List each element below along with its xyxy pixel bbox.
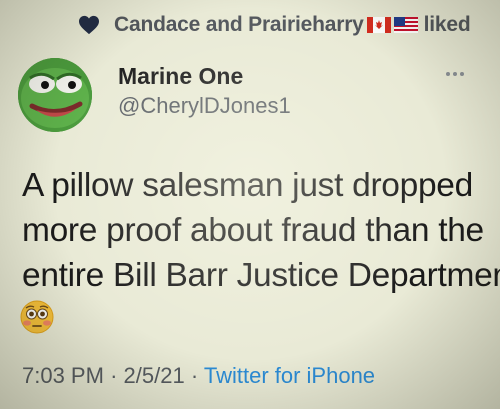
liked-by-names[interactable]: Candace and Prairieharry [114, 13, 364, 37]
tweet-date[interactable]: 2/5/21 [124, 363, 185, 388]
heart-icon [79, 15, 99, 35]
author-name[interactable]: Marine One [118, 63, 243, 90]
meta-separator: · [110, 363, 118, 388]
pepe-frog-avatar [18, 58, 92, 132]
more-options-button[interactable] [446, 72, 464, 76]
tweet-text-line: more proof about fraud than the [22, 212, 484, 249]
dot-icon [460, 72, 464, 76]
canada-flag-icon [366, 17, 391, 33]
flushed-face-emoji [20, 300, 54, 334]
us-flag-icon [393, 17, 418, 33]
liked-by-row[interactable]: Candace and Prairieharry liked [78, 12, 471, 38]
author-handle[interactable]: @CherylDJones1 [118, 93, 291, 119]
tweet-source-link[interactable]: Twitter for iPhone [204, 363, 375, 388]
avatar[interactable] [18, 58, 92, 132]
tweet-time[interactable]: 7:03 PM [22, 363, 104, 388]
tweet-meta: 7:03 PM · 2/5/21 · Twitter for iPhone [22, 363, 375, 389]
meta-separator: · [190, 363, 199, 388]
dot-icon [446, 72, 450, 76]
liked-label: liked [423, 13, 471, 36]
dot-icon [453, 72, 457, 76]
tweet-text-line: A pillow salesman just dropped [22, 167, 473, 204]
tweet-text-line: entire Bill Barr Justice Department [22, 257, 500, 294]
